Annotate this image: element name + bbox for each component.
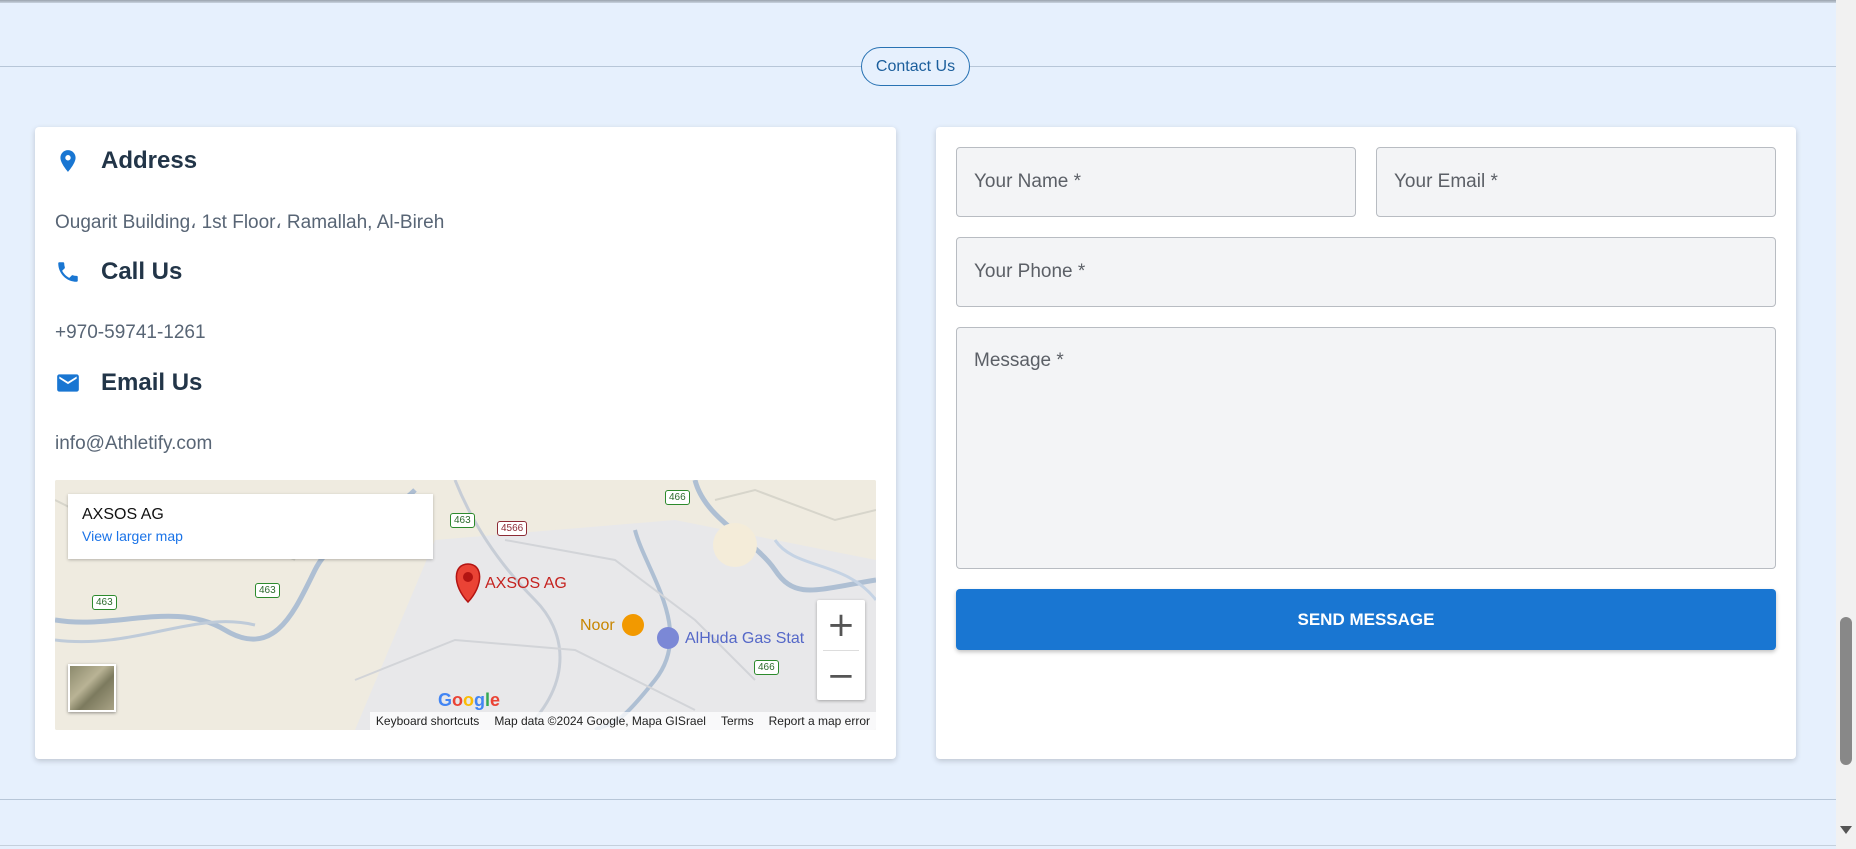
terms-link[interactable]: Terms	[721, 714, 754, 728]
email-title: Email Us	[101, 369, 203, 396]
road-badge: 463	[92, 595, 117, 610]
road-badge: 466	[665, 490, 690, 505]
email-input[interactable]	[1376, 147, 1776, 217]
email-text: info@Athletify.com	[55, 433, 213, 454]
contact-info-card: Address Ougarit Building، 1st Floor، Ram…	[35, 127, 896, 759]
scroll-down-arrow-icon[interactable]	[1840, 826, 1852, 834]
road-badge: 463	[450, 513, 475, 528]
satellite-toggle[interactable]	[68, 664, 116, 712]
header-shadow	[0, 0, 1836, 3]
phone-text: +970-59741-1261	[55, 322, 206, 343]
contact-form-card: SEND MESSAGE	[936, 127, 1796, 759]
footer-divider	[0, 799, 1836, 800]
name-input[interactable]	[956, 147, 1356, 217]
map-place-name: AXSOS AG	[82, 506, 164, 523]
call-heading: Call Us	[55, 258, 182, 286]
phone-input[interactable]	[956, 237, 1776, 307]
road-badge: 4566	[497, 521, 528, 536]
map-place-card: AXSOS AG View larger map	[68, 494, 433, 559]
send-message-button[interactable]: SEND MESSAGE	[956, 589, 1776, 650]
road-badge: 466	[754, 660, 779, 675]
section-title-pill: Contact Us	[861, 47, 970, 86]
message-textarea[interactable]	[956, 327, 1776, 569]
zoom-out-button[interactable]: −	[817, 651, 865, 701]
map-attribution-bar: Keyboard shortcuts Map data ©2024 Google…	[369, 712, 876, 730]
map-zoom-controls: + −	[817, 600, 865, 700]
address-text: Ougarit Building، 1st Floor، Ramallah, A…	[55, 212, 445, 233]
address-heading: Address	[55, 147, 197, 175]
footer-divider-lower	[0, 845, 1836, 846]
map-data-text: Map data ©2024 Google, Mapa GISrael	[494, 714, 706, 728]
zoom-in-button[interactable]: +	[817, 600, 865, 650]
poi-gas-label[interactable]: AlHuda Gas Stat	[685, 630, 804, 648]
map-pin-label[interactable]: AXSOS AG	[485, 575, 567, 593]
keyboard-shortcuts-link[interactable]: Keyboard shortcuts	[376, 714, 479, 728]
page-scrollbar[interactable]	[1836, 0, 1856, 849]
poi-noor-label[interactable]: Noor	[580, 617, 615, 635]
scrollbar-thumb[interactable]	[1840, 617, 1852, 765]
mail-icon	[57, 374, 79, 392]
phone-icon	[58, 262, 78, 282]
address-title: Address	[101, 147, 198, 174]
call-title: Call Us	[101, 258, 183, 285]
embedded-map[interactable]: AXSOS AG Noor AlHuda Gas Stat 463 4566 4…	[55, 480, 876, 730]
view-larger-map-link[interactable]: View larger map	[82, 528, 419, 544]
email-heading: Email Us	[55, 369, 202, 397]
google-logo: Google	[438, 690, 501, 710]
report-error-link[interactable]: Report a map error	[769, 714, 870, 728]
location-pin-icon	[60, 150, 76, 172]
road-badge: 463	[255, 583, 280, 598]
